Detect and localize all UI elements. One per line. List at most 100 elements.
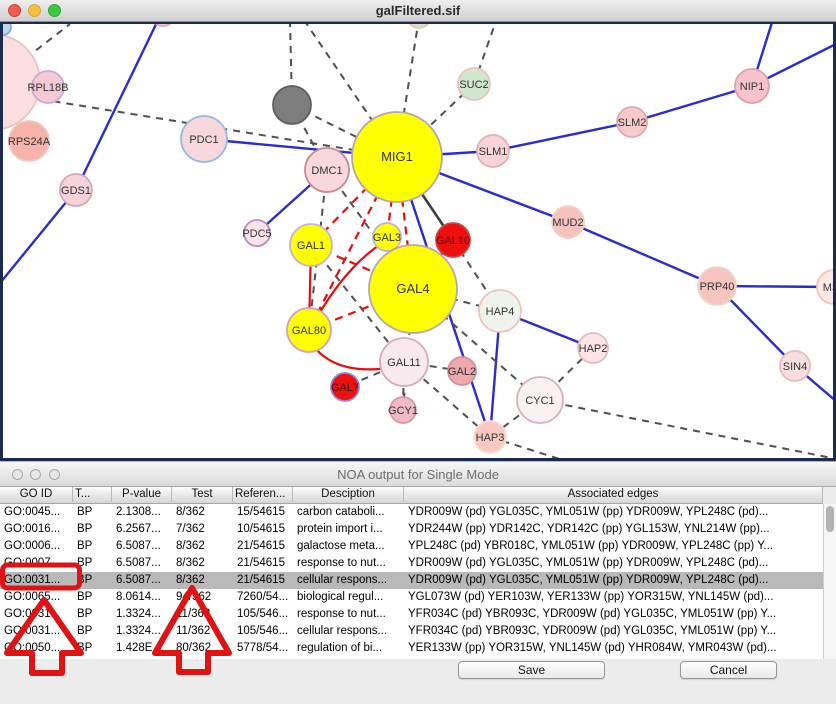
graph-node-label-PDC1: PDC1	[189, 134, 218, 146]
graph-node-gray-node[interactable]	[273, 86, 311, 124]
table-cell: BP	[73, 589, 112, 606]
graph-node-label-CYC1: CYC1	[525, 395, 554, 407]
table-cell: 10/54615	[233, 521, 293, 538]
column-header-1[interactable]: T...	[73, 487, 112, 502]
scrollbar-thumb[interactable]	[826, 506, 834, 532]
graph-node-label-GAL10: GAL10	[436, 235, 470, 247]
graph-edge-blue[interactable]	[0, 190, 76, 288]
table-row[interactable]: GO:0016...BP6.2567...7/36210/54615protei…	[0, 521, 823, 538]
table-cell: biological regul...	[293, 589, 404, 606]
table-row[interactable]: GO:0031...BP1.3324...11/362105/546...cel…	[0, 623, 823, 640]
vertical-scrollbar[interactable]	[823, 504, 836, 659]
table-cell: GO:0031...	[0, 572, 73, 589]
table-cell: GO:0031...	[0, 623, 73, 640]
column-header-6[interactable]: Associated edges	[404, 487, 823, 502]
column-header-0[interactable]: GO ID	[0, 487, 73, 502]
graph-edge-blue[interactable]	[568, 222, 717, 286]
table-cell: 2.1308...	[112, 504, 172, 521]
graph-node-label-GAL11: GAL11	[387, 357, 420, 369]
table-cell: BP	[73, 640, 112, 657]
table-cell: BP	[73, 521, 112, 538]
table-cell: GO:0007...	[0, 555, 73, 572]
table-cell: 8.0614...	[112, 589, 172, 606]
graph-node-label-SIN4: SIN4	[783, 361, 807, 373]
table-cell: 105/546...	[233, 606, 293, 623]
table-cell: 8/362	[172, 504, 233, 521]
table-cell: 6.5087...	[112, 538, 172, 555]
graph-node-label-HAP2: HAP2	[579, 343, 608, 355]
save-button[interactable]: Save	[458, 661, 605, 679]
graph-edge-blue[interactable]	[493, 122, 632, 151]
table-body: GO:0045...BP2.1308...8/36215/54615carbon…	[0, 504, 823, 659]
table-cell: YDR009W (pd) YGL035C, YML051W (pp) YDR00…	[404, 504, 823, 521]
table-cell: 7/362	[172, 521, 233, 538]
graph-node-label-MSL: MSL	[823, 282, 836, 294]
table-row[interactable]: GO:0007...BP6.5087...8/36221/54615respon…	[0, 555, 823, 572]
column-header-4[interactable]: Referen...	[233, 487, 293, 502]
table-cell: BP	[73, 606, 112, 623]
graph-node-label-GAL2: GAL2	[448, 366, 476, 378]
graph-node-label-PRP40: PRP40	[700, 281, 735, 293]
table-cell: GO:0031...	[0, 606, 73, 623]
graph-node-label-SUC2: SUC2	[459, 79, 488, 91]
column-header-3[interactable]: Test	[172, 487, 233, 502]
table-row[interactable]: GO:0006...BP6.5087...8/36221/54615galact…	[0, 538, 823, 555]
table-cell: 1.3324...	[112, 623, 172, 640]
graph-node-label-HAP4: HAP4	[486, 306, 515, 318]
table-row[interactable]: GO:0031...BP6.5087...8/36221/54615cellul…	[0, 572, 823, 589]
table-cell: 1.3324...	[112, 606, 172, 623]
table-cell: 105/546...	[233, 623, 293, 640]
network-window-titlebar[interactable]: galFiltered.sif	[0, 0, 836, 22]
table-cell: regulation of bi...	[293, 640, 404, 657]
graph-edge-dash[interactable]	[540, 400, 832, 458]
table-cell: YPL248C (pd) YBR018C, YML051W (pp) YDR00…	[404, 538, 823, 555]
table-cell: BP	[73, 538, 112, 555]
table-cell: carbon cataboli...	[293, 504, 404, 521]
network-window-title: galFiltered.sif	[0, 0, 836, 22]
table-cell: YDR009W (pd) YGL035C, YML051W (pp) YDR00…	[404, 555, 823, 572]
network-canvas[interactable]: RPL18BRPS24AGDS1PDC1DMC1MIG1SUC2SLM1SLM2…	[0, 0, 836, 461]
table-cell: YER133W (pp) YOR315W, YNL145W (pd) YHR08…	[404, 640, 823, 657]
table-cell: GO:0006...	[0, 538, 73, 555]
noa-window-title: NOA output for Single Mode	[0, 462, 836, 487]
graph-node-label-DMC1: DMC1	[311, 165, 342, 177]
graph-node-label-MIG1: MIG1	[381, 149, 413, 164]
table-cell: response to nut...	[293, 555, 404, 572]
graph-node-label-RPS24A: RPS24A	[8, 136, 51, 148]
graph-node-label-GAL3: GAL3	[373, 232, 401, 244]
table-cell: 6.2567...	[112, 521, 172, 538]
table-cell: 6.5087...	[112, 555, 172, 572]
cancel-button[interactable]: Cancel	[680, 661, 777, 679]
table-row[interactable]: GO:0045...BP2.1308...8/36215/54615carbon…	[0, 504, 823, 521]
table-cell: GO:0065...	[0, 589, 73, 606]
noa-output-window: NOA output for Single Mode GO IDT...P-va…	[0, 461, 836, 704]
table-cell: YDR244W (pp) YDR142C, YDR142C (pp) YGL15…	[404, 521, 823, 538]
table-cell: cellular respons...	[293, 623, 404, 640]
table-cell: protein import i...	[293, 521, 404, 538]
noa-window-titlebar[interactable]: NOA output for Single Mode	[0, 461, 836, 487]
table-row[interactable]: GO:0031...BP1.3324...11/362105/546...res…	[0, 606, 823, 623]
table-cell: 80/362	[172, 640, 233, 657]
table-cell: BP	[73, 555, 112, 572]
graph-node-label-RPL18B: RPL18B	[28, 82, 69, 94]
table-cell: 8/362	[172, 538, 233, 555]
network-window: RPL18BRPS24AGDS1PDC1DMC1MIG1SUC2SLM1SLM2…	[0, 0, 836, 461]
table-cell: cellular respons...	[293, 572, 404, 589]
table-cell: 94/362	[172, 589, 233, 606]
graph-node-label-GAL80: GAL80	[292, 325, 326, 337]
column-header-5[interactable]: Desciption	[293, 487, 404, 502]
graph-node-label-SLM1: SLM1	[479, 146, 508, 158]
table-cell: galactose meta...	[293, 538, 404, 555]
table-row[interactable]: GO:0050...BP1.428E...80/3625778/54...reg…	[0, 640, 823, 657]
table-header: GO IDT...P-valueTestReferen...Desciption…	[0, 487, 823, 504]
table-cell: response to nut...	[293, 606, 404, 623]
graph-edge-blue[interactable]	[632, 86, 752, 122]
table-row[interactable]: GO:0065...BP8.0614...94/3627260/54...bio…	[0, 589, 823, 606]
graph-edge-blue[interactable]	[76, 16, 160, 190]
table-cell: YFR034C (pd) YBR093C, YDR009W (pd) YGL03…	[404, 606, 823, 623]
table-cell: BP	[73, 504, 112, 521]
table-cell: 7260/54...	[233, 589, 293, 606]
table-cell: YFR034C (pd) YBR093C, YDR009W (pd) YGL03…	[404, 623, 823, 640]
table-cell: 15/54615	[233, 504, 293, 521]
column-header-2[interactable]: P-value	[112, 487, 172, 502]
